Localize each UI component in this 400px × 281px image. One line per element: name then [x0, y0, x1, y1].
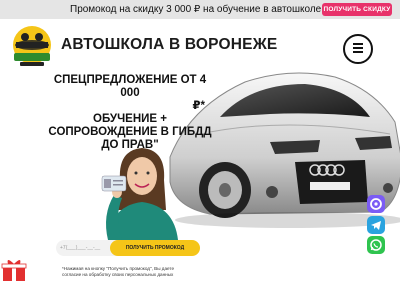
autoschool-logo-icon: [13, 26, 51, 66]
student-photo: [100, 140, 190, 240]
get-discount-button[interactable]: ПОЛУЧИТЬ СКИДКУ: [322, 3, 392, 16]
telegram-button[interactable]: [367, 216, 385, 234]
hamburger-icon-bar: [353, 47, 363, 49]
logo[interactable]: [10, 23, 54, 69]
headline-line: СПЕЦПРЕДЛОЖЕНИЕ ОТ 4 000: [53, 74, 207, 99]
gift-icon: [0, 258, 28, 281]
headline-line: СОПРОВОЖДЕНИЕ В ГИБДД: [48, 126, 212, 138]
whatsapp-icon: [367, 236, 385, 254]
get-promocode-button[interactable]: ПОЛУЧИТЬ ПРОМОКОД: [110, 240, 200, 256]
promo-text: Промокод на скидку 3 000 ₽ на обучение в…: [70, 4, 322, 15]
consent-line: согласие на обработку своих персональных…: [62, 271, 174, 277]
max-messenger-icon: [367, 195, 385, 213]
telegram-icon: [367, 216, 385, 234]
hamburger-icon-bar: [353, 51, 363, 53]
promo-bar: Промокод на скидку 3 000 ₽ на обучение в…: [0, 0, 400, 19]
page-title: АВТОШКОЛА В ВОРОНЕЖЕ: [61, 36, 278, 53]
menu-button[interactable]: [343, 34, 373, 64]
headline-line: ₽*: [192, 100, 205, 112]
headline-line: ОБУЧЕНИЕ +: [93, 113, 167, 125]
hamburger-icon: [353, 43, 363, 45]
consent-text: *Нажимая на кнопку "Получить промокод", …: [62, 266, 232, 277]
whatsapp-button[interactable]: [367, 236, 385, 254]
max-messenger-button[interactable]: [367, 195, 385, 213]
